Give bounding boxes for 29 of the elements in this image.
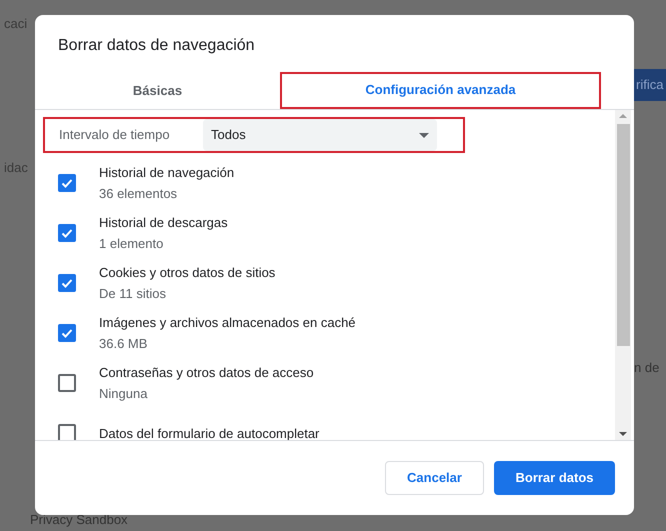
item-title: Imágenes y archivos almacenados en caché [99,314,356,332]
item-detail: 1 elemento [99,235,164,253]
tab[interactable]: Básicas [35,72,280,109]
item-title: Historial de descargas [99,214,228,232]
tab[interactable]: Configuración avanzada [280,72,601,109]
item-detail: 36.6 MB [99,335,148,353]
checkbox[interactable] [58,174,76,192]
checkbox[interactable] [58,424,76,440]
item-title: Datos del formulario de autocompletar [99,424,320,440]
item-title: Cookies y otros datos de sitios [99,264,276,282]
dialog-title: Borrar datos de navegación [58,36,256,56]
item-title: Contraseñas y otros datos de acceso [99,364,314,382]
background-text: n de [634,359,660,377]
item-detail: 36 elementos [99,185,178,203]
item-detail: Ninguna [99,385,148,403]
checkbox[interactable] [58,274,76,292]
item-title: Historial de navegación [99,164,234,182]
scrollbar-thumb[interactable] [616,124,630,346]
cancel-button[interactable]: Cancelar [385,461,484,495]
caret-icon [419,132,429,138]
time-range-select[interactable]: Todos [203,119,437,151]
checkbox[interactable] [58,324,76,342]
checkbox[interactable] [58,224,76,242]
background-text: Privacy Sandbox [30,510,129,529]
item-detail: De 11 sitios [99,285,167,303]
scrollbar[interactable] [615,110,631,440]
clear-data-button[interactable]: Borrar datos [494,461,615,495]
time-range-label: Intervalo de tiempo [59,126,171,144]
checkbox[interactable] [58,374,76,392]
